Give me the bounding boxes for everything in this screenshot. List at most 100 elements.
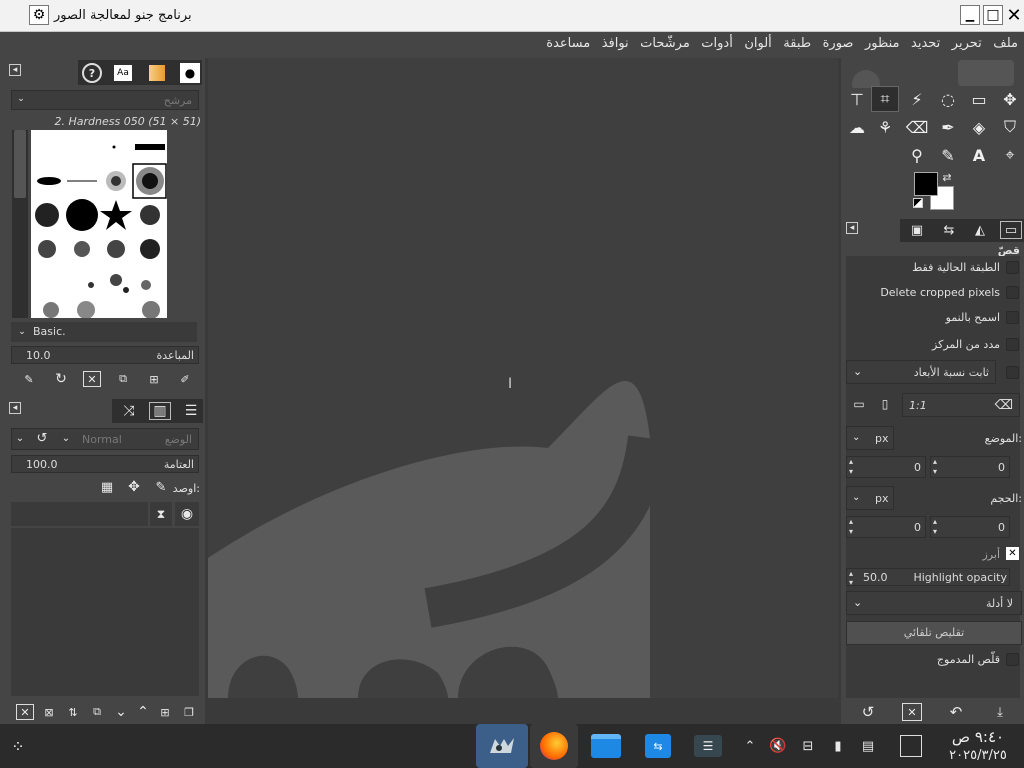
- brushes-tab-icon[interactable]: ●: [180, 63, 200, 83]
- expand-center-checkbox[interactable]: [1006, 338, 1019, 351]
- move-tool-icon[interactable]: ✥: [996, 86, 1024, 112]
- anchor-layer-icon[interactable]: ⊠: [40, 704, 58, 720]
- store-task-button[interactable]: ⇆: [636, 724, 680, 768]
- fuzzy-select-icon[interactable]: ⚡: [903, 86, 931, 112]
- tool-options-tab-icon[interactable]: ▭: [1000, 221, 1022, 239]
- layers-tab-icon[interactable]: ☰: [180, 402, 202, 420]
- help-icon[interactable]: ?: [82, 63, 102, 83]
- fixed-aspect-select[interactable]: ثابت نسبة الأبعاد ⌄: [846, 360, 996, 384]
- save-options-icon[interactable]: ⤓: [990, 703, 1010, 721]
- clone-tool-icon[interactable]: ⚘: [871, 114, 899, 140]
- window-menu-icon[interactable]: ⚙: [29, 5, 49, 25]
- device-status-tab-icon[interactable]: ◭: [969, 221, 991, 239]
- current-layer-only-checkbox[interactable]: [1006, 261, 1019, 274]
- menu-file[interactable]: ملف: [989, 32, 1022, 56]
- delete-brush-icon[interactable]: ✕: [83, 371, 101, 387]
- launcher-icon[interactable]: ⁘: [4, 724, 32, 768]
- dock-menu-icon[interactable]: ◂: [9, 64, 21, 76]
- gimp-task-button[interactable]: [476, 724, 528, 768]
- eraser-tool-icon[interactable]: ⌫: [903, 114, 931, 140]
- text-tool-a-icon[interactable]: A: [965, 142, 993, 168]
- spacing-spinbox[interactable]: 10.0 المباعدة: [11, 346, 199, 364]
- brush-grid[interactable]: [31, 130, 167, 318]
- paths-tool-icon[interactable]: ⌖: [996, 142, 1024, 168]
- left-dock-splitter[interactable]: [205, 58, 208, 724]
- brush-preset-select[interactable]: Basic.: [11, 322, 197, 342]
- delete-options-icon[interactable]: ✕: [902, 703, 922, 721]
- aspect-ratio-input[interactable]: 1:1 ⌫: [902, 393, 1020, 417]
- bucket-fill-icon[interactable]: ◈: [965, 114, 993, 140]
- menu-help[interactable]: مساعدة: [542, 32, 594, 56]
- files-task-button[interactable]: [584, 724, 628, 768]
- raise-layer-icon[interactable]: ⌃: [134, 704, 152, 720]
- menu-windows[interactable]: نوافذ: [598, 32, 633, 56]
- lock-alpha-icon[interactable]: ▦: [98, 479, 116, 495]
- delete-cropped-checkbox[interactable]: [1006, 286, 1019, 299]
- usb-icon[interactable]: ▮: [828, 724, 848, 768]
- dock-menu-icon[interactable]: ◂: [9, 402, 21, 414]
- lock-pixels-icon[interactable]: ✎: [152, 479, 170, 495]
- brush-filter-input[interactable]: مرشح: [11, 90, 199, 110]
- volume-muted-icon[interactable]: 🔇: [768, 724, 788, 768]
- show-desktop-button[interactable]: [896, 724, 926, 768]
- size-width-spinbox[interactable]: ▴ ▾ 0: [846, 516, 926, 538]
- warp-transform-icon[interactable]: ⛉: [996, 114, 1024, 140]
- landscape-icon[interactable]: ▭: [850, 396, 868, 412]
- gradients-tab-icon[interactable]: [149, 65, 165, 81]
- layer-opacity-spinbox[interactable]: 100.0 العتامة: [11, 455, 199, 473]
- size-height-spinbox[interactable]: ▴ ▾ 0: [930, 516, 1010, 538]
- layers-list[interactable]: [11, 502, 148, 526]
- channels-tab-icon[interactable]: ▥: [149, 402, 171, 420]
- chevron-down-icon[interactable]: ⌄: [12, 430, 28, 446]
- rect-select-icon[interactable]: ▭: [965, 86, 993, 112]
- size-unit-select[interactable]: ⌄ px: [846, 486, 894, 510]
- menu-image[interactable]: صورة: [819, 32, 858, 56]
- clear-icon[interactable]: ⌫: [995, 398, 1013, 413]
- duplicate-layer-icon[interactable]: ⧉: [88, 704, 106, 720]
- new-layer-icon[interactable]: ❐: [180, 704, 198, 720]
- position-unit-select[interactable]: ⌄ px: [846, 426, 894, 450]
- settings-task-button[interactable]: ☰: [686, 724, 730, 768]
- fonts-tab-icon[interactable]: Aa: [114, 65, 132, 81]
- free-select-icon[interactable]: ◌: [934, 86, 962, 112]
- merge-layer-icon[interactable]: ⇅: [64, 704, 82, 720]
- position-x-spinbox[interactable]: ▴ ▾ 0: [846, 456, 926, 478]
- menu-filters[interactable]: مرشّحات: [636, 32, 694, 56]
- foreground-color-swatch[interactable]: [914, 172, 938, 196]
- smudge-tool-icon[interactable]: ☁: [843, 114, 871, 140]
- close-button[interactable]: ✕: [1004, 5, 1024, 26]
- highlight-opacity-spinbox[interactable]: ▴ ▾ 50.0 Highlight opacity: [846, 568, 1010, 587]
- images-tab-icon[interactable]: ▣: [906, 221, 928, 239]
- menu-layer[interactable]: طبقة: [779, 32, 815, 56]
- chevron-down-icon[interactable]: ⌄: [58, 430, 74, 446]
- menu-view[interactable]: منظور: [861, 32, 904, 56]
- paintbrush-tool-icon[interactable]: ✒: [934, 114, 962, 140]
- network-icon[interactable]: ⊟: [798, 724, 818, 768]
- brush-scrollbar[interactable]: [12, 130, 28, 318]
- canvas-area[interactable]: I: [208, 58, 838, 724]
- open-brush-icon[interactable]: ✐: [176, 371, 194, 387]
- fixed-aspect-checkbox[interactable]: [1006, 366, 1019, 379]
- allow-growing-checkbox[interactable]: [1006, 311, 1019, 324]
- reset-mode-icon[interactable]: ↺: [34, 430, 50, 446]
- eye-icon[interactable]: ◉: [175, 502, 199, 526]
- color-picker-icon[interactable]: ✎: [934, 142, 962, 168]
- menu-colors[interactable]: ألوان: [740, 32, 775, 56]
- restore-options-icon[interactable]: ↺: [858, 703, 878, 721]
- maximize-button[interactable]: □: [983, 5, 1003, 25]
- reset-options-icon[interactable]: ↶: [946, 703, 966, 721]
- edit-brush-icon[interactable]: ✎: [20, 371, 38, 387]
- delete-layer-icon[interactable]: ✕: [16, 704, 34, 720]
- new-brush-icon[interactable]: ⊞: [145, 371, 163, 387]
- new-layer-group-icon[interactable]: ⊞: [156, 704, 174, 720]
- undo-history-tab-icon[interactable]: ⇆: [938, 221, 960, 239]
- firefox-task-button[interactable]: [530, 724, 578, 768]
- clock-time[interactable]: ٩:٤٠ ص: [936, 728, 1020, 746]
- text-tool-icon[interactable]: ⊤: [843, 86, 871, 112]
- menu-edit[interactable]: تحرير: [948, 32, 986, 56]
- auto-shrink-button[interactable]: تقليص تلقائي: [846, 621, 1022, 645]
- minimize-button[interactable]: ▁: [960, 5, 980, 25]
- paths-tab-icon[interactable]: ⤨: [118, 402, 140, 420]
- highlight-checkbox[interactable]: ✕: [1006, 547, 1019, 560]
- guides-select[interactable]: لا أدلة ⌄: [846, 591, 1022, 615]
